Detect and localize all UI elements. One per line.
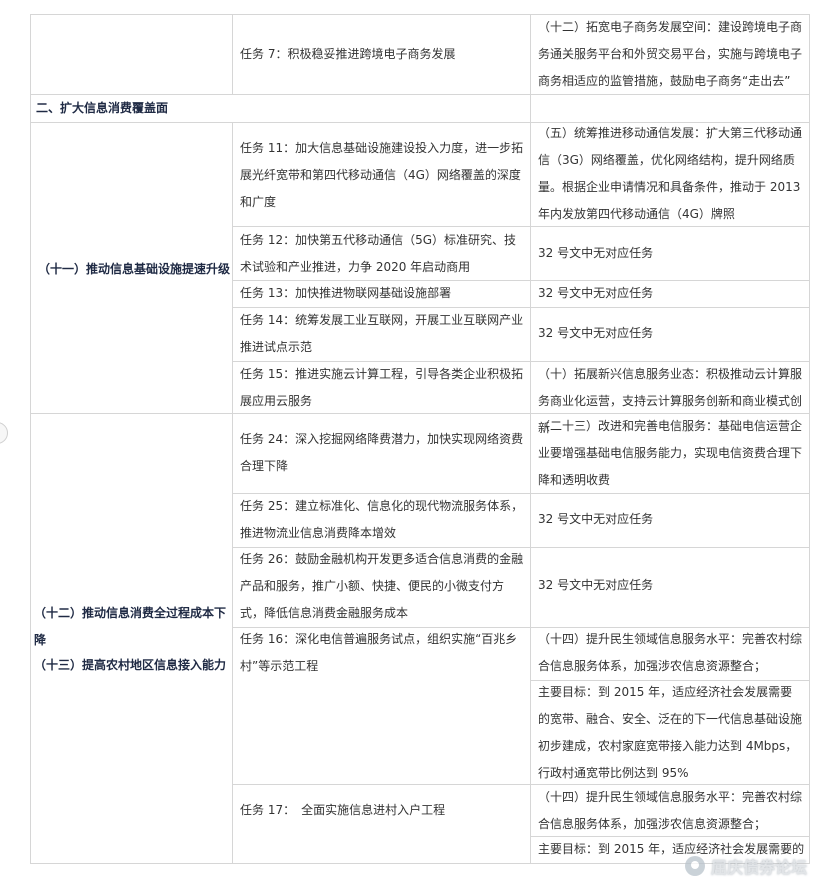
task-cell: 任务 11：加大信息基础设施建设投入力度，进一步拓展光纤宽带和第四代移动通信（4… — [240, 141, 524, 209]
category-11: （十一）推动信息基础设施提速升级 — [38, 262, 231, 276]
ref-cell: 32 号文中无对应任务 — [538, 578, 654, 592]
col-sep-1 — [232, 14, 233, 94]
ref-cell: （十二）拓宽电子商务发展空间：建设跨境电子商务通关服务平台和外贸交易平台，实施与… — [538, 20, 803, 88]
task-cell: 任务 17： 全面实施信息进村入户工程 — [240, 803, 446, 817]
task-cell: 任务 7：积极稳妥推进跨境电子商务发展 — [240, 47, 456, 61]
ref-cell: 32 号文中无对应任务 — [538, 512, 654, 526]
ref-cell: （二十三）改进和完善电信服务：基础电信运营企业要增强基础电信服务能力，实现电信资… — [538, 419, 803, 487]
category-13: （十三）提高农村地区信息接入能力 — [34, 658, 227, 672]
watermark-text: 屈庆债券论坛 — [710, 858, 807, 877]
ref-cell: 32 号文中无对应任务 — [538, 246, 654, 260]
task-cell: 任务 24：深入挖掘网络降费潜力，加快实现网络资费合理下降 — [240, 432, 524, 473]
task-cell: 任务 14：统筹发展工业互联网，开展工业互联网产业推进试点示范 — [240, 313, 524, 354]
col-sep-2 — [530, 14, 531, 864]
ref-cell: 32 号文中无对应任务 — [538, 326, 654, 340]
table-right-border — [809, 14, 810, 864]
task-cell: 任务 16：深化电信普遍服务试点，组织实施“百兆乡村”等示范工程 — [240, 632, 518, 673]
table-left-border — [30, 14, 31, 864]
task-cell: 任务 13：加快推进物联网基础设施部署 — [240, 286, 452, 300]
section-header: 二、扩大信息消费覆盖面 — [36, 101, 169, 115]
task-cell: 任务 26：鼓励金融机构开发更多适合信息消费的金融产品和服务，推广小额、快捷、便… — [240, 552, 524, 620]
task-cell: 任务 15：推进实施云计算工程，引导各类企业积极拓展应用云服务 — [240, 367, 524, 408]
wechat-icon — [684, 856, 705, 876]
ref-cell: 主要目标：到 2015 年，适应经济社会发展需要的宽带、融合、安全、泛在的下一代… — [538, 685, 803, 780]
category-12: （十二）推动信息消费全过程成本下降 — [34, 606, 227, 647]
watermark: 屈庆债券论坛 — [684, 854, 807, 878]
ref-cell: （十四）提升民生领域信息服务水平：完善农村综合信息服务体系，加强涉农信息资源整合… — [538, 790, 803, 831]
task-cell: 任务 25：建立标准化、信息化的现代物流服务体系，推进物流业信息消费降本增效 — [240, 499, 524, 540]
task-cell: 任务 12：加快第五代移动通信（5G）标准研究、技术试验和产业推进，力争 202… — [240, 233, 517, 274]
ref-cell: （五）统筹推进移动通信发展：扩大第三代移动通信（3G）网络覆盖，优化网络结构，提… — [538, 126, 803, 221]
edge-scroll-handle[interactable] — [0, 422, 8, 444]
ref-cell: （十四）提升民生领域信息服务水平：完善农村综合信息服务体系，加强涉农信息资源整合… — [538, 632, 803, 673]
ref-cell: 32 号文中无对应任务 — [538, 286, 654, 300]
